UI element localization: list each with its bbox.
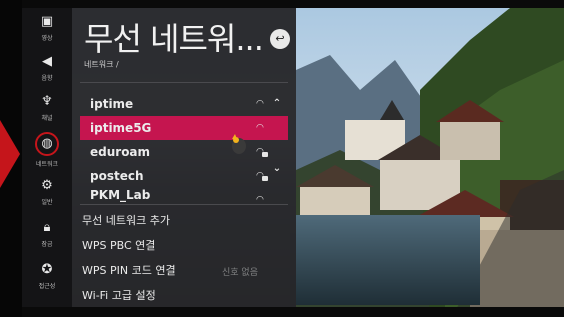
antenna-icon: ♆ bbox=[41, 94, 53, 109]
wifi-signal-icon: ◠ bbox=[256, 195, 264, 202]
tv-bezel-bottom bbox=[0, 307, 564, 317]
rail-label: 네트워크 bbox=[35, 161, 59, 168]
wifi-signal-icon: ◠ bbox=[256, 99, 264, 109]
magic-remote-cursor-icon bbox=[232, 134, 246, 154]
page-title: 무선 네트워... bbox=[84, 20, 264, 58]
background-hint-text: 신호 없음 bbox=[222, 268, 258, 278]
back-icon: ↩ bbox=[275, 32, 285, 45]
general-icon: ⚙ bbox=[41, 178, 53, 193]
wireless-network-panel: 무선 네트워... ↩ 네트워크 / iptime ◠ ⌃ iptime5G ◠… bbox=[72, 8, 296, 307]
network-item-iptime5g[interactable]: iptime5G ◠ bbox=[80, 116, 288, 140]
wps-pbc-button[interactable]: WPS PBC 연결 bbox=[72, 233, 296, 258]
lock-icon bbox=[262, 176, 268, 181]
settings-category-rail: ▣ 영상 ◀ 음향 ♆ 채널 ◍ 네트워크 ⚙ 일반 🔒︎ 잠금 ✪ 접근성 bbox=[22, 8, 72, 307]
rail-item-lock[interactable]: 🔒︎ 잠금 bbox=[22, 220, 72, 260]
rail-label: 음향 bbox=[41, 75, 53, 82]
rail-label: 채널 bbox=[41, 115, 53, 122]
network-item-eduroam[interactable]: eduroam ◠ bbox=[80, 140, 288, 164]
scroll-up-icon[interactable]: ⌃ bbox=[270, 97, 284, 111]
rail-label: 접근성 bbox=[38, 283, 56, 290]
tv-bezel-top bbox=[0, 0, 564, 8]
network-item-pkm-lab[interactable]: PKM_Lab ◠ bbox=[80, 188, 288, 202]
network-options-menu: 무선 네트워크 추가 WPS PBC 연결 WPS PIN 코드 연결 Wi-F… bbox=[72, 208, 296, 308]
rail-label: 영상 bbox=[41, 35, 53, 42]
network-list: iptime ◠ ⌃ iptime5G ◠ eduroam ◠ postech … bbox=[80, 92, 288, 202]
rail-label: 일반 bbox=[41, 199, 53, 206]
breadcrumb: 네트워크 / bbox=[84, 60, 119, 69]
wifi-signal-icon: ◠ bbox=[256, 123, 264, 133]
lock-icon: 🔒︎ bbox=[43, 220, 51, 235]
rail-label: 잠금 bbox=[41, 241, 53, 248]
network-item-iptime[interactable]: iptime ◠ ⌃ bbox=[80, 92, 288, 116]
rail-item-network[interactable]: ◍ 네트워크 bbox=[22, 132, 72, 174]
wifi-advanced-button[interactable]: Wi-Fi 고급 설정 bbox=[72, 283, 296, 308]
picture-icon: ▣ bbox=[40, 14, 54, 29]
rail-item-channel[interactable]: ♆ 채널 bbox=[22, 94, 72, 134]
rail-item-general[interactable]: ⚙ 일반 bbox=[22, 178, 72, 218]
divider bbox=[80, 204, 288, 205]
lock-icon bbox=[262, 152, 268, 157]
add-network-button[interactable]: 무선 네트워크 추가 bbox=[72, 208, 296, 233]
lake bbox=[290, 215, 480, 305]
network-item-postech[interactable]: postech ◠ ⌄ bbox=[80, 162, 288, 188]
accessibility-icon: ✪ bbox=[41, 262, 53, 277]
divider bbox=[80, 82, 288, 83]
scroll-down-icon[interactable]: ⌄ bbox=[270, 162, 284, 176]
wps-pin-button[interactable]: WPS PIN 코드 연결 bbox=[72, 258, 296, 283]
rail-item-picture[interactable]: ▣ 영상 bbox=[22, 14, 72, 54]
red-arrow-marker bbox=[0, 120, 20, 188]
back-button[interactable]: ↩ bbox=[270, 29, 290, 49]
rail-item-accessibility[interactable]: ✪ 접근성 bbox=[22, 262, 72, 302]
globe-icon: ◍ bbox=[35, 132, 59, 156]
speaker-icon: ◀ bbox=[42, 54, 52, 69]
rail-item-sound[interactable]: ◀ 음향 bbox=[22, 54, 72, 94]
